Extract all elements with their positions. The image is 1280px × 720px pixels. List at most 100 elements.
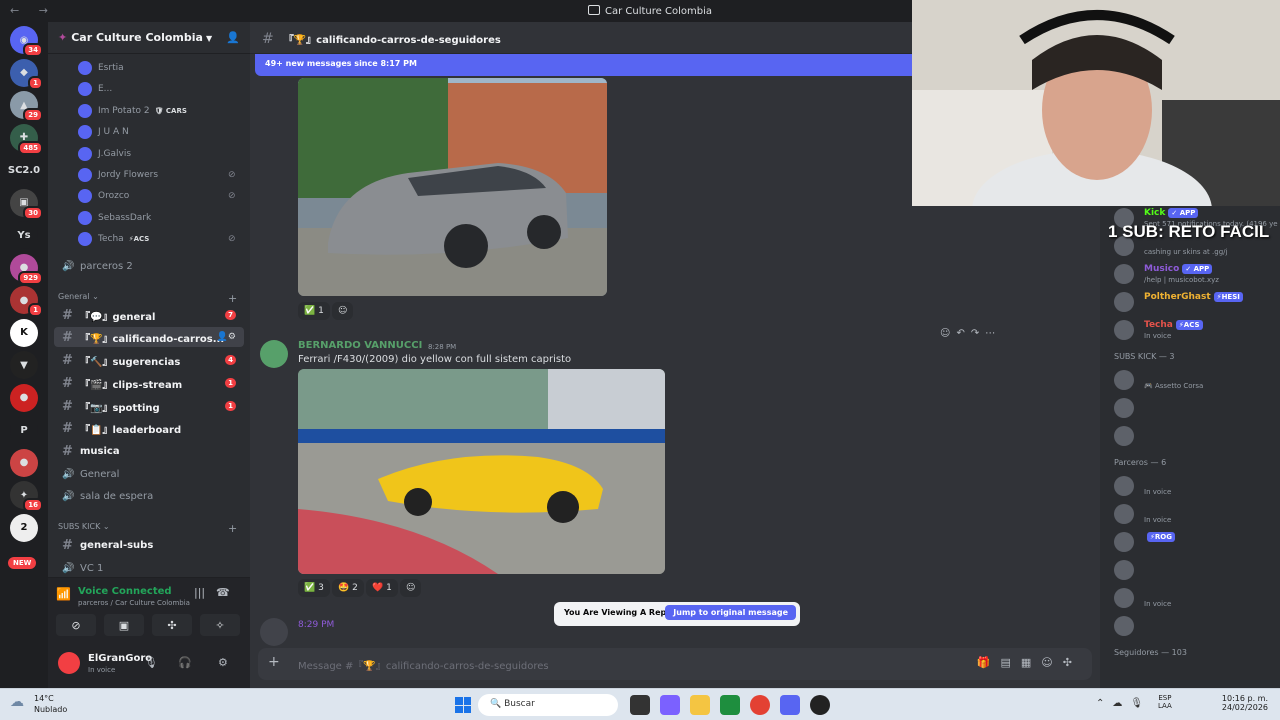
taskbar-search[interactable]: 🔍 Buscar [478,694,618,716]
channel-general-subs[interactable]: # general-subs [54,535,244,555]
car-photo-grey-sedan[interactable] [298,78,607,296]
weather-widget[interactable]: ☁ 14°C Nublado [10,694,67,714]
member-item[interactable]: Musico ✓ APP/help | musicobot.xyz [1114,262,1280,288]
reaction[interactable]: ❤️ 1 [366,579,398,597]
activities-button[interactable]: ✣ [152,614,192,636]
user-name[interactable]: ElGranGoro [88,653,152,664]
voice-user[interactable]: Im Potato 2 🛡 CARS [78,102,187,120]
voice-user[interactable]: J.Galvis [78,145,131,163]
member-item[interactable]: In voice [1114,586,1280,612]
chrome-icon[interactable] [750,695,770,715]
react-icon[interactable]: ☺ [940,328,950,348]
voice-user[interactable]: Esrtia [78,59,124,77]
noise-suppression-icon[interactable]: ||| [194,586,205,599]
server-icon[interactable]: K [10,318,38,347]
member-item[interactable]: In voice [1114,474,1280,500]
forward-icon[interactable]: ↷ [971,328,979,348]
server-icon[interactable]: ◉ 34 [10,26,43,57]
add-attachment-icon[interactable]: + [268,654,280,670]
server-icon[interactable]: ✚ 485 [10,123,43,155]
server-icon[interactable]: 2 [10,513,38,542]
add-channel-icon[interactable]: + [228,292,237,305]
channel-spotting[interactable]: # 『📷』spotting 1 [54,396,244,416]
reaction[interactable]: ✅ 3 [298,579,330,597]
more-icon[interactable]: ⋯ [985,328,995,348]
jump-to-original-button[interactable]: Jump to original message [665,605,796,620]
channel-clips-stream[interactable]: # 『🎬』clips-stream 1 [54,373,244,393]
channel-sala-espera[interactable]: 🔊 sala de espera [54,486,244,506]
new-messages-banner[interactable]: 49+ new messages since 8:17 PM [255,54,955,76]
channel-vc1[interactable]: 🔊 VC 1 [54,558,244,578]
member-item[interactable]: Techa ⚡ACS In voice [1114,318,1280,344]
obs-icon[interactable] [810,695,830,715]
gear-icon[interactable]: ⚙ [218,656,228,669]
server-icon[interactable]: ▣ 30 [10,188,43,220]
channel-calificando[interactable]: # 『🏆』calificando-carros... 👤⚙ [54,327,244,347]
discord-icon[interactable] [780,695,800,715]
server-icon[interactable]: ● [10,383,38,412]
channel-settings-icon[interactable]: 👤⚙ [217,332,236,342]
clock[interactable]: 10:16 p. m. 24/02/2026 [1222,694,1268,712]
category-subs-kick[interactable]: SUBS KICK ⌄ + [58,522,237,535]
member-item[interactable]: 🎮 Assetto Corsa [1114,368,1280,394]
history-nav[interactable]: ← → [10,4,56,17]
composer-tools-icon[interactable]: 🎁▤▦☺✣ [977,656,1082,669]
server-icon[interactable]: ▲ 29 [10,91,43,122]
server-header[interactable]: ✦ Car Culture Colombia ▼ 👤 [48,22,250,54]
message-composer[interactable]: + Message #『🏆』calificando-carros-de-segu… [258,648,1092,680]
server-icon[interactable]: ● [10,448,38,477]
member-item[interactable]: In voice [1114,502,1280,528]
member-item[interactable]: ⚡ROG [1114,530,1280,556]
windows-start-icon[interactable] [455,697,471,713]
camera-off-button[interactable]: ⊘ [56,614,96,636]
channel-general[interactable]: # 『💬』general 7 [54,305,244,325]
copilot-icon[interactable] [660,695,680,715]
avatar[interactable] [260,340,288,368]
voice-user[interactable]: J U A N [78,123,129,141]
voice-user[interactable]: SebassDark [78,209,151,227]
voice-user[interactable]: Jordy Flowers ⊘ [78,166,236,184]
member-item[interactable] [1114,424,1280,450]
task-view-icon[interactable] [630,695,650,715]
member-item[interactable]: PoltherGhast ⚡HESI [1114,290,1280,316]
channel-parceros2[interactable]: 🔊 parceros 2 [54,256,244,276]
category-general[interactable]: General ⌄ + [58,292,237,305]
system-tray[interactable]: ⌃☁🎙 [1096,698,1151,709]
soundboard-button[interactable]: ✧ [200,614,240,636]
xbox-icon[interactable] [720,695,740,715]
voice-connected-label[interactable]: Voice Connected [78,586,172,597]
screen-share-button[interactable]: ▣ [104,614,144,636]
add-channel-icon[interactable]: + [228,522,237,535]
add-reaction-icon[interactable]: ☺ [332,302,354,320]
channel-sugerencias[interactable]: # 『🔨』sugerencias 4 [54,350,244,370]
voice-location[interactable]: parceros / Car Culture Colombia [78,599,190,607]
server-icon[interactable]: P [10,416,38,444]
add-reaction-icon[interactable]: ☺ [400,579,422,597]
new-badge[interactable]: NEW [8,557,37,569]
member-item[interactable] [1114,558,1280,584]
file-explorer-icon[interactable] [690,695,710,715]
message-author[interactable]: BERNARDO VANNUCCI [298,340,422,351]
voice-user[interactable]: Orozco ⊘ [78,187,236,205]
language-indicator[interactable]: ESP LAA [1158,694,1172,710]
deafen-icon[interactable]: 🎧 [178,656,192,669]
reply-icon[interactable]: ↶ [956,328,964,348]
channel-leaderboard[interactable]: # 『📋』leaderboard [54,418,244,438]
channel-general-voice[interactable]: 🔊 General [54,464,244,484]
reaction[interactable]: ✅ 1 [298,302,330,320]
server-icon[interactable]: ▼ [10,351,38,379]
avatar[interactable] [58,652,80,674]
server-icon[interactable]: ● 929 [10,253,43,285]
mute-icon[interactable]: 🎙 [144,656,158,669]
car-photo-yellow-ferrari[interactable] [298,369,665,574]
invite-icon[interactable]: 👤 [226,31,240,44]
server-icon[interactable]: SC2.0 [8,156,40,184]
channel-musica[interactable]: # musica [54,441,244,461]
server-icon[interactable]: ● 1 [10,286,43,317]
server-icon[interactable]: Ys [10,221,38,249]
disconnect-icon[interactable]: ☎ [216,586,230,599]
server-icon[interactable]: ◆ 1 [10,58,43,90]
reaction[interactable]: 🤩 2 [332,579,364,597]
voice-user[interactable]: E... [78,80,112,98]
avatar[interactable] [260,618,288,646]
